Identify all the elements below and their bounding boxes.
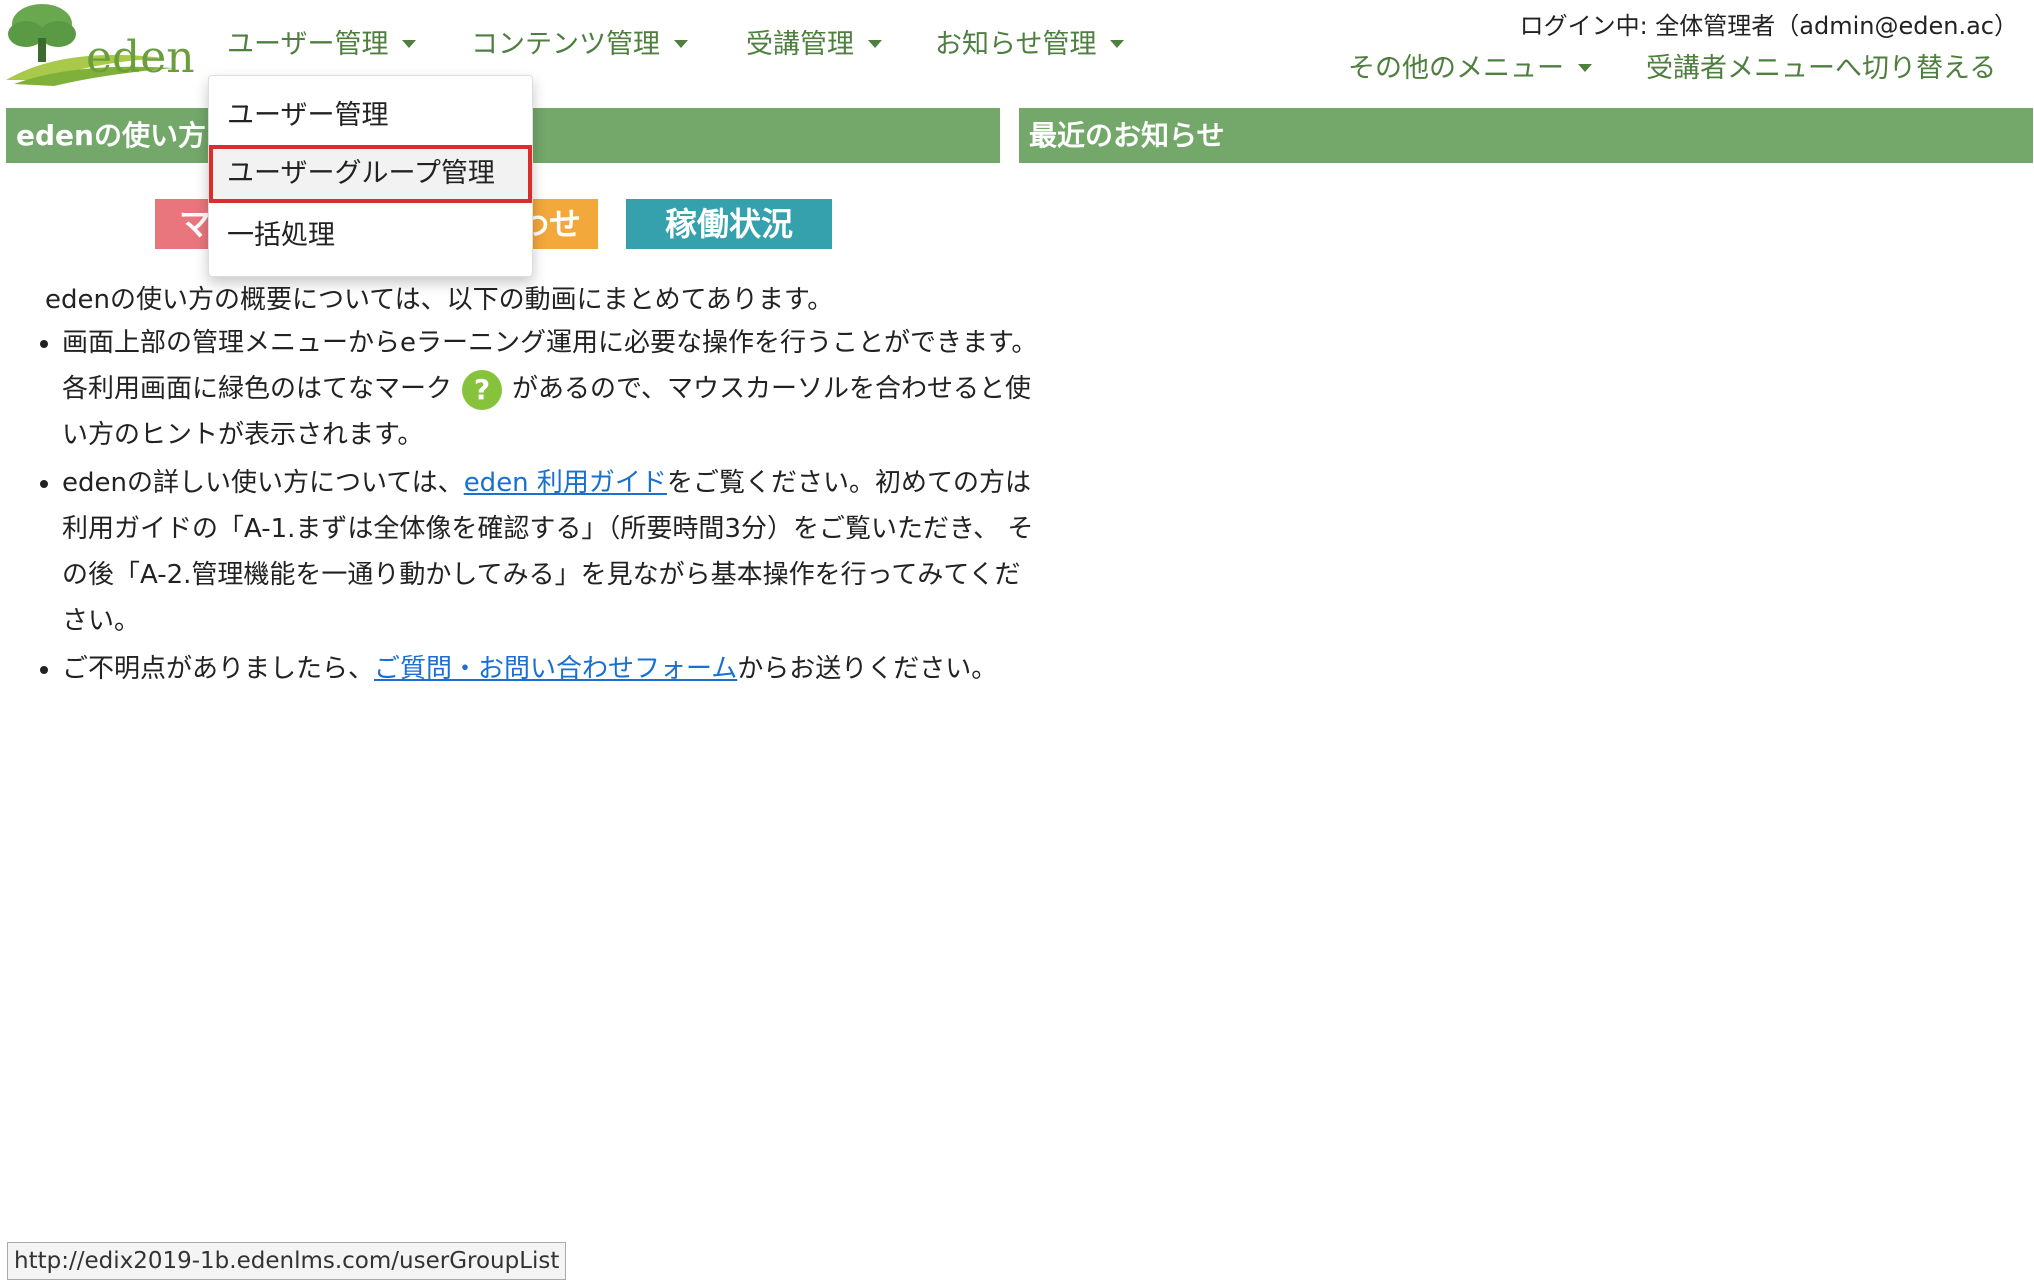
nav-course-management[interactable]: 受講管理 xyxy=(746,22,882,61)
caret-down-icon xyxy=(1578,63,1592,72)
switch-to-learner-link[interactable]: 受講者メニューへ切り替える xyxy=(1646,46,1996,85)
eden-logo[interactable]: eden xyxy=(4,2,195,86)
user-management-dropdown: ユーザー管理 ユーザーグループ管理 一括処理 xyxy=(208,75,533,277)
logo-text: eden xyxy=(86,32,195,83)
nav-label: コンテンツ管理 xyxy=(471,29,660,60)
menu-item-user-group-management[interactable]: ユーザーグループ管理 xyxy=(209,145,532,203)
nav-other-menu[interactable]: その他のメニュー xyxy=(1348,46,1592,85)
nav-label: その他のメニュー xyxy=(1348,53,1564,84)
list-item: 画面上部の管理メニューからeラーニング運用に必要な操作を行うことができます。各利… xyxy=(62,320,1042,458)
nav-label: お知らせ管理 xyxy=(935,29,1097,60)
right-panel-title: 最近のお知らせ xyxy=(1019,108,2033,163)
menu-item-batch-processing[interactable]: 一括処理 xyxy=(209,207,532,265)
nav-label: ユーザー管理 xyxy=(227,29,389,60)
list-item: ご不明点がありましたら、ご質問・お問い合わせフォームからお送りください。 xyxy=(62,646,1042,692)
help-question-icon: ? xyxy=(462,369,503,410)
status-badge-button[interactable]: 稼働状況 xyxy=(626,199,832,249)
nav-label: 受講管理 xyxy=(746,29,854,60)
caret-down-icon xyxy=(1110,39,1125,48)
list-item: edenの詳しい使い方については、eden 利用ガイドをご覧ください。初めての方… xyxy=(62,460,1042,644)
login-status: ログイン中: 全体管理者（admin@eden.ac） xyxy=(1519,12,2018,40)
status-bar-url: http://edix2019-1b.edenlms.com/userGroup… xyxy=(7,1242,567,1280)
caret-down-icon xyxy=(868,39,882,48)
eden-guide-link[interactable]: eden 利用ガイド xyxy=(464,468,667,498)
nav-content-management[interactable]: コンテンツ管理 xyxy=(471,22,688,61)
guide-list: 画面上部の管理メニューからeラーニング運用に必要な操作を行うことができます。各利… xyxy=(30,320,1042,694)
intro-text: edenの使い方の概要については、以下の動画にまとめてあります。 xyxy=(45,285,834,315)
nav-user-management[interactable]: ユーザー管理 xyxy=(227,22,417,61)
nav-notice-management[interactable]: お知らせ管理 xyxy=(935,22,1125,61)
menu-item-user-management[interactable]: ユーザー管理 xyxy=(209,87,532,145)
caret-down-icon xyxy=(402,39,417,48)
caret-down-icon xyxy=(674,39,688,48)
contact-form-link[interactable]: ご質問・お問い合わせフォーム xyxy=(374,654,737,684)
